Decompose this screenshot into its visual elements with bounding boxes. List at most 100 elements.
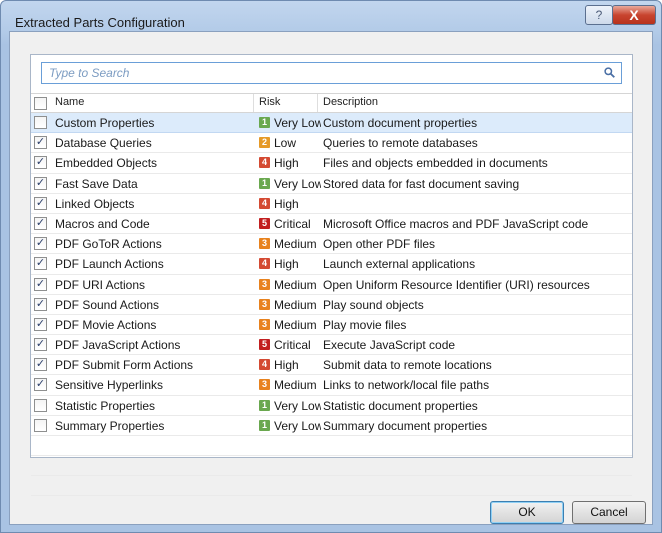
help-button[interactable]: ? xyxy=(585,5,613,25)
row-checkbox[interactable]: ✓ xyxy=(34,277,47,291)
row-checkbox[interactable] xyxy=(34,398,47,412)
row-name: Linked Objects xyxy=(55,196,135,211)
row-risk: Medium xyxy=(274,297,317,312)
risk-level-icon: 3 xyxy=(259,298,270,310)
row-risk: Very Low xyxy=(274,418,321,433)
table-row[interactable]: ✓ Fast Save Data 1 Very Low Stored data for … xyxy=(31,174,632,194)
table-row[interactable]: ✓ PDF Movie Actions 3 Medium Play movie file… xyxy=(31,315,632,336)
table-row[interactable]: ✓ PDF Launch Actions 4 High Launch external … xyxy=(31,254,632,275)
risk-level-icon: 3 xyxy=(259,278,270,290)
row-checkbox[interactable] xyxy=(34,116,47,129)
row-risk: Very Low xyxy=(274,116,321,130)
row-name: PDF JavaScript Actions xyxy=(55,338,181,353)
row-description: Play movie files xyxy=(323,317,407,332)
select-all-checkbox[interactable] xyxy=(34,97,47,110)
row-checkbox[interactable]: ✓ xyxy=(34,297,47,311)
parts-panel: Type to Search Name Risk Description Cus… xyxy=(30,54,633,496)
row-risk: Medium xyxy=(274,237,317,252)
row-description: Launch external applications xyxy=(323,257,476,272)
row-description: Play sound objects xyxy=(323,297,424,312)
risk-level-icon: 4 xyxy=(259,157,270,169)
risk-level-icon: 4 xyxy=(259,359,270,371)
dialog-body: Type to Search Name Risk Description Cus… xyxy=(9,31,653,525)
empty-row xyxy=(31,456,632,476)
row-checkbox[interactable]: ✓ xyxy=(34,156,47,170)
row-description: Files and objects embedded in documents xyxy=(323,156,548,171)
search-box[interactable]: Type to Search xyxy=(41,62,622,84)
row-checkbox[interactable]: ✓ xyxy=(34,196,47,210)
risk-level-icon: 2 xyxy=(259,137,270,149)
row-name: Summary Properties xyxy=(55,418,165,433)
risk-level-icon: 3 xyxy=(259,238,270,250)
table-row[interactable]: ✓ PDF URI Actions 3 Medium Open Uniform Reso… xyxy=(31,275,632,295)
row-checkbox[interactable]: ✓ xyxy=(34,176,47,190)
row-risk: High xyxy=(274,257,299,272)
row-checkbox[interactable]: ✓ xyxy=(34,216,47,230)
row-description: Open other PDF files xyxy=(323,237,436,252)
row-description: Statistic document properties xyxy=(323,398,478,413)
risk-level-icon: 5 xyxy=(259,339,270,351)
risk-level-icon: 4 xyxy=(259,197,270,209)
risk-level-icon: 3 xyxy=(259,379,270,391)
row-checkbox[interactable]: ✓ xyxy=(34,358,47,372)
row-description: Microsoft Office macros and PDF JavaScri… xyxy=(323,216,589,231)
row-risk: Very Low xyxy=(274,398,321,413)
table-row[interactable]: ✓ Macros and Code 5 Critical Microsoft Offic… xyxy=(31,214,632,235)
row-name: Sensitive Hyperlinks xyxy=(55,378,164,393)
table-row[interactable]: Statistic Properties 1 Very Low Statistic d… xyxy=(31,396,632,416)
row-description: Open Uniform Resource Identifier (URI) r… xyxy=(323,277,590,292)
table-row[interactable]: ✓ PDF GoToR Actions 3 Medium Open other PDF … xyxy=(31,234,632,255)
row-checkbox[interactable]: ✓ xyxy=(34,237,47,251)
risk-level-icon: 4 xyxy=(259,258,270,270)
column-header-risk[interactable]: Risk xyxy=(259,96,280,108)
row-name: Fast Save Data xyxy=(55,176,138,191)
row-risk: Very Low xyxy=(274,176,321,191)
table-row[interactable]: ✓ PDF Sound Actions 3 Medium Play sound obje… xyxy=(31,295,632,315)
table-row[interactable]: ✓ PDF Submit Form Actions 4 High Submit data… xyxy=(31,355,632,376)
search-icon[interactable] xyxy=(604,67,615,78)
row-description: Custom document properties xyxy=(323,116,478,130)
row-checkbox[interactable]: ✓ xyxy=(34,338,47,352)
table-row[interactable]: Custom Properties 1 Very Low Custom documen… xyxy=(31,113,632,134)
table-row[interactable]: ✓ Embedded Objects 4 High Files and objects … xyxy=(31,153,632,174)
row-checkbox[interactable]: ✓ xyxy=(34,378,47,392)
row-checkbox[interactable]: ✓ xyxy=(34,317,47,331)
table-row[interactable]: ✓ Database Queries 2 Low Queries to remote d… xyxy=(31,133,632,154)
empty-row xyxy=(31,436,632,456)
row-name: PDF Sound Actions xyxy=(55,297,160,312)
table-row[interactable]: ✓ Sensitive Hyperlinks 3 Medium Links to net… xyxy=(31,375,632,396)
row-checkbox[interactable]: ✓ xyxy=(34,136,47,150)
row-risk: Low xyxy=(274,136,297,151)
row-risk: Critical xyxy=(274,338,311,353)
close-button[interactable]: X xyxy=(612,5,656,25)
risk-level-icon: 3 xyxy=(259,318,270,330)
cancel-button[interactable]: Cancel xyxy=(572,501,646,524)
row-risk: Medium xyxy=(274,378,317,393)
dialog-window: Extracted Parts Configuration ? X Type t… xyxy=(0,0,662,533)
row-name: Custom Properties xyxy=(55,116,155,130)
risk-level-icon: 1 xyxy=(259,177,270,189)
row-description: Submit data to remote locations xyxy=(323,358,492,373)
risk-level-icon: 1 xyxy=(259,419,270,431)
row-description: Links to network/local file paths xyxy=(323,378,490,393)
empty-row xyxy=(31,476,632,496)
ok-button[interactable]: OK xyxy=(490,501,564,524)
search-input[interactable]: Type to Search xyxy=(49,66,129,80)
table-row[interactable]: Summary Properties 1 Very Low Summary docum… xyxy=(31,416,632,436)
risk-level-icon: 5 xyxy=(259,217,270,229)
table-row[interactable]: ✓ Linked Objects 4 High xyxy=(31,194,632,214)
risk-level-icon: 1 xyxy=(259,399,270,411)
column-header-description[interactable]: Description xyxy=(323,96,378,108)
row-description: Execute JavaScript code xyxy=(323,338,456,353)
table-header: Name Risk Description xyxy=(31,93,632,113)
window-title: Extracted Parts Configuration xyxy=(15,15,185,30)
row-name: Embedded Objects xyxy=(55,156,158,171)
row-name: PDF Submit Form Actions xyxy=(55,358,194,373)
table-row[interactable]: ✓ PDF JavaScript Actions 5 Critical Execute … xyxy=(31,335,632,356)
row-name: PDF URI Actions xyxy=(55,277,146,292)
row-checkbox[interactable] xyxy=(34,418,47,432)
row-name: PDF Movie Actions xyxy=(55,317,157,332)
column-header-name[interactable]: Name xyxy=(55,96,84,108)
row-checkbox[interactable]: ✓ xyxy=(34,257,47,271)
row-description: Queries to remote databases xyxy=(323,136,478,151)
